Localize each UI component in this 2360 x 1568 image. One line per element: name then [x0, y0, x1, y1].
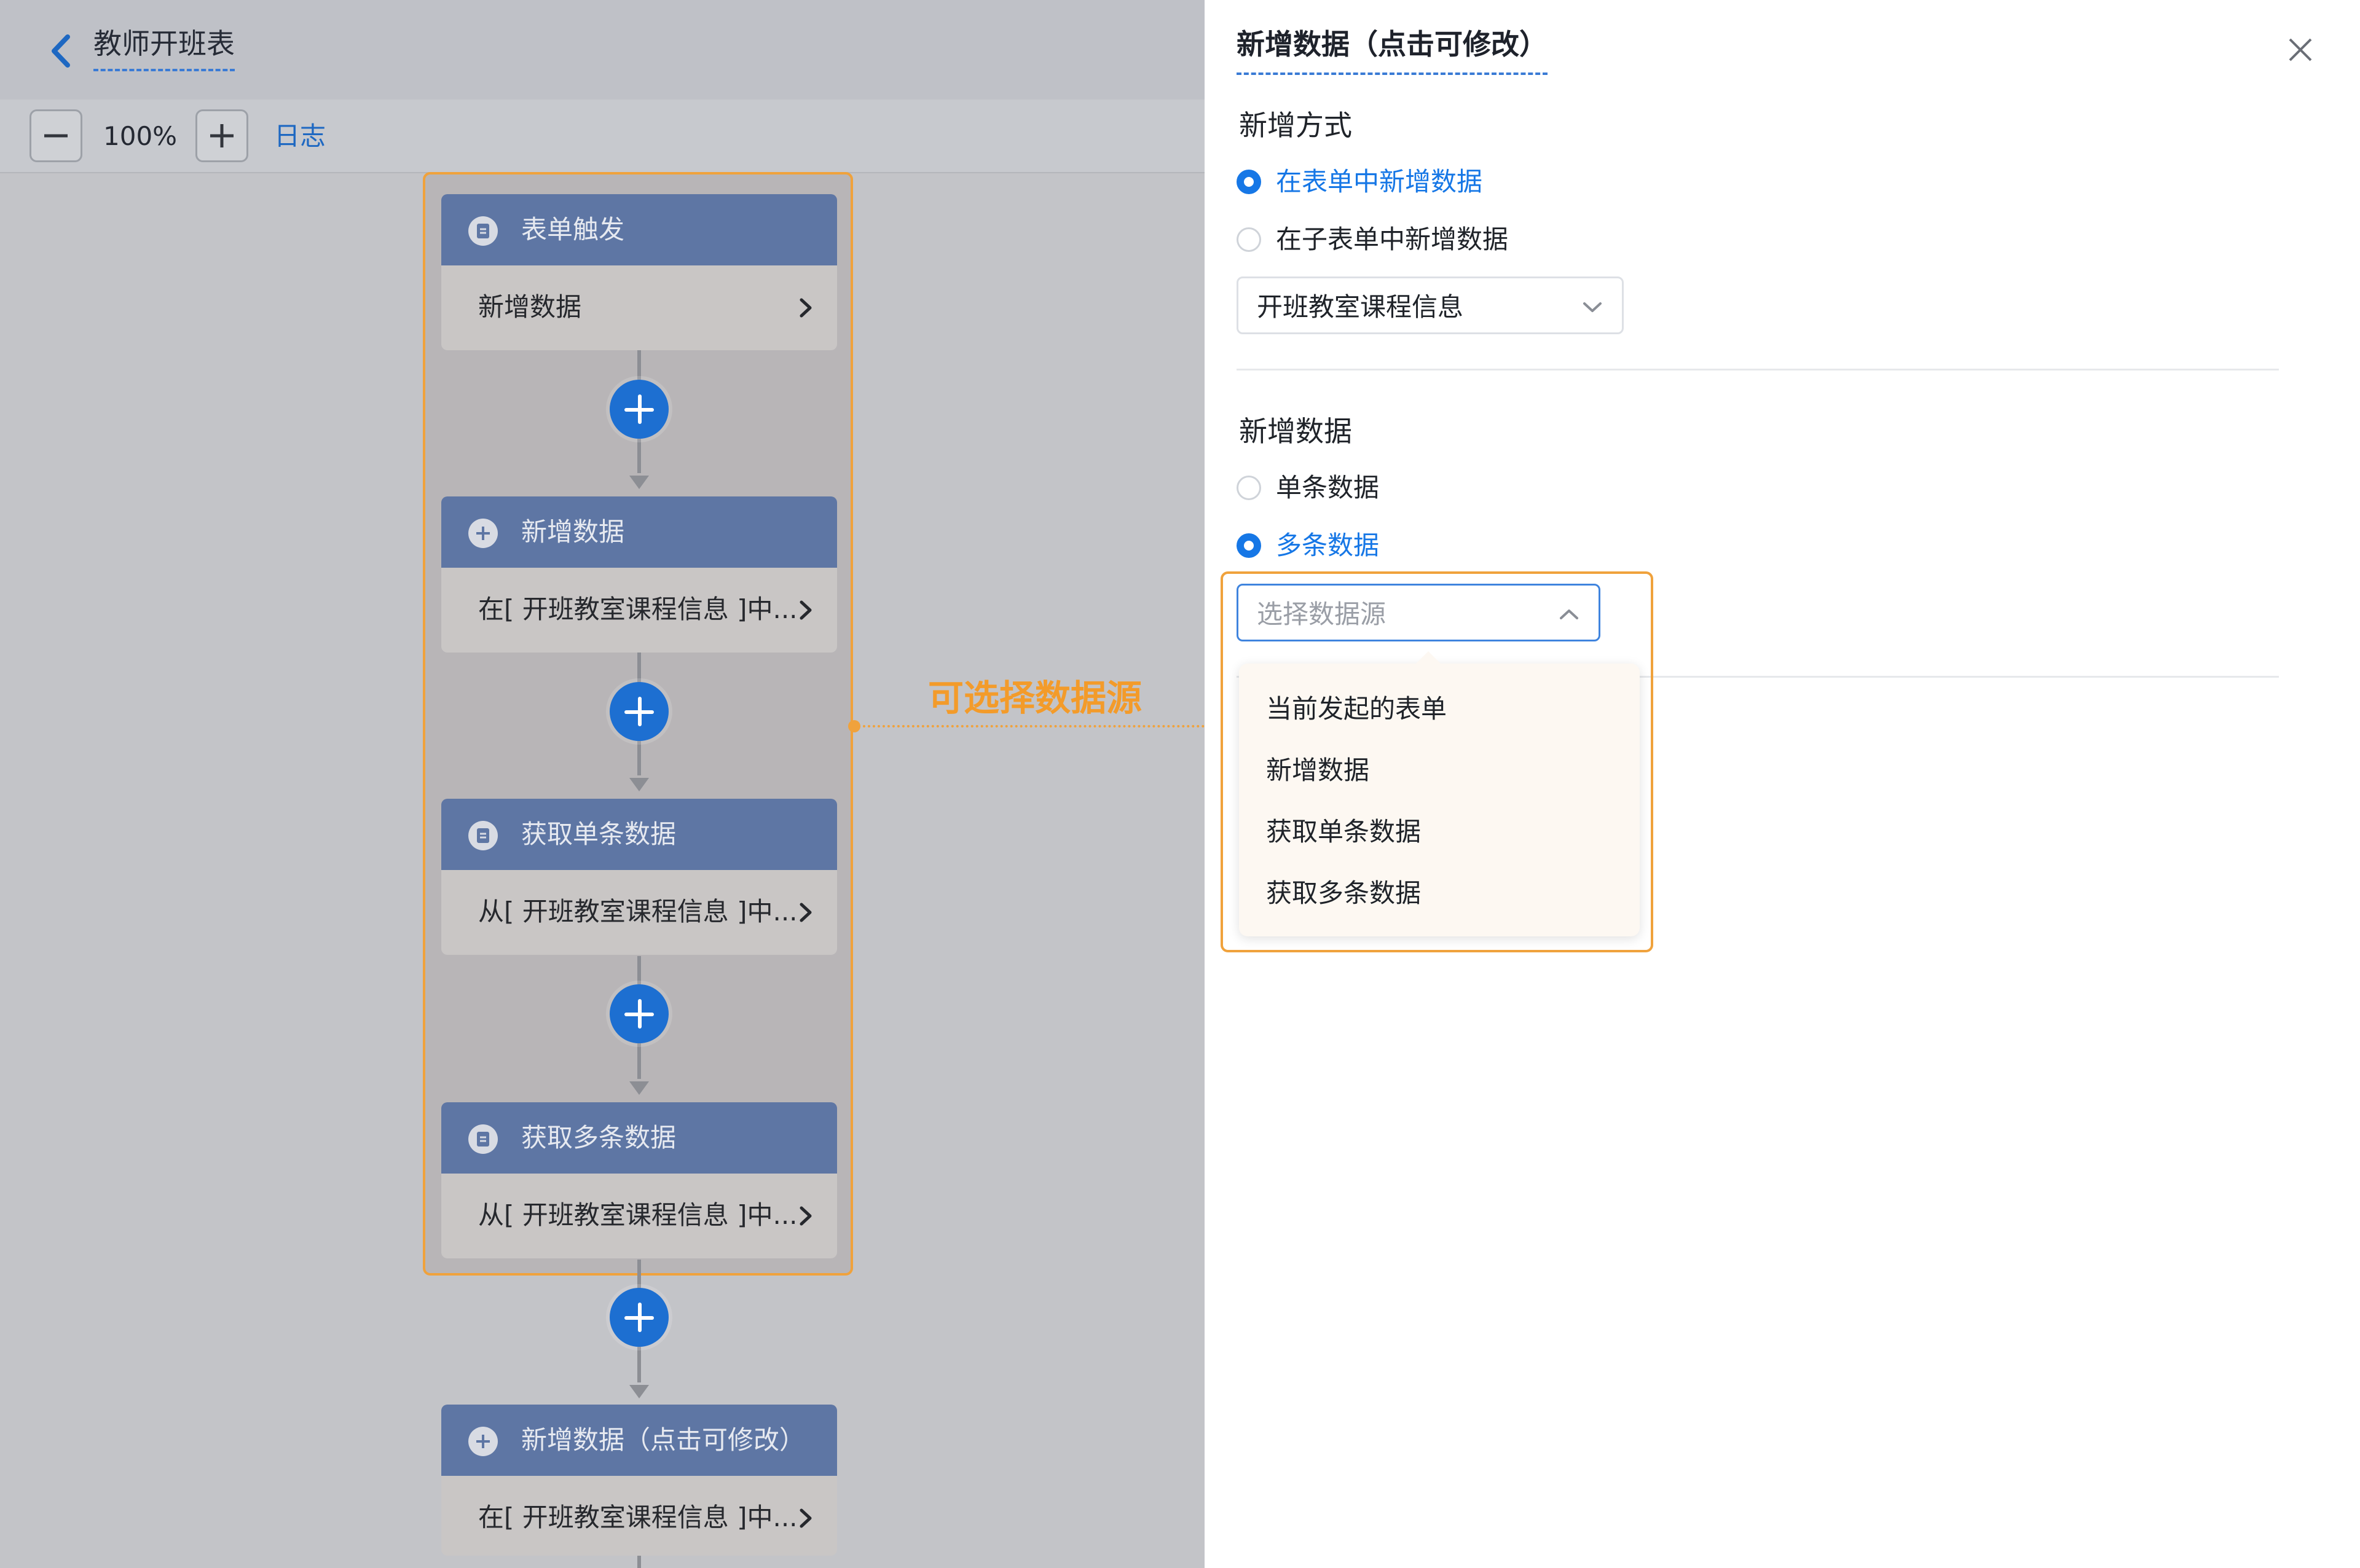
node-body[interactable]: 从[ 开班教室课程信息 ]中... [441, 870, 837, 955]
node-header: 新增数据 [441, 496, 837, 568]
data-option-multiple[interactable]: 多条数据 [1276, 527, 1379, 564]
workflow-node-get-single[interactable]: 获取单条数据 从[ 开班教室课程信息 ]中... [441, 799, 837, 955]
connector-arrow [629, 476, 649, 489]
node-header: 获取单条数据 [441, 799, 837, 870]
chevron-right-icon [800, 298, 812, 318]
method-option-form[interactable]: 在表单中新增数据 [1276, 163, 1482, 200]
panel-title[interactable]: 新增数据（点击可修改） [1237, 25, 1548, 75]
data-heading: 新增数据 [1239, 415, 1352, 448]
chevron-down-icon [1583, 302, 1602, 312]
node-body[interactable]: 在[ 开班教室课程信息 ]中... [441, 568, 837, 653]
node-summary: 新增数据 [478, 292, 582, 322]
form-select[interactable]: 开班教室课程信息 [1237, 276, 1624, 334]
zoom-level: 100% [103, 121, 178, 151]
chevron-right-icon [800, 600, 812, 620]
section-divider [1237, 369, 2279, 370]
annotation-label: 可选择数据源 [928, 677, 1143, 719]
plus-circle-icon [468, 519, 498, 548]
node-header: 新增数据（点击可修改） [441, 1405, 837, 1476]
node-body[interactable]: 新增数据 [441, 265, 837, 350]
datasource-dropdown: 当前发起的表单 新增数据 获取单条数据 获取多条数据 [1239, 651, 1640, 936]
chevron-right-icon [800, 903, 812, 922]
back-arrow-icon[interactable] [43, 29, 80, 73]
datasource-select[interactable]: 选择数据源 [1237, 584, 1600, 641]
datasource-option[interactable]: 新增数据 [1266, 752, 1369, 789]
node-summary: 从[ 开班教室课程信息 ]中... [478, 896, 798, 927]
add-step-button[interactable] [610, 1288, 669, 1347]
document-icon [468, 821, 498, 850]
workflow-node-add-data[interactable]: 新增数据 在[ 开班教室课程信息 ]中... [441, 496, 837, 653]
document-icon [468, 216, 498, 246]
datasource-option[interactable]: 获取多条数据 [1266, 875, 1421, 912]
add-step-button[interactable] [610, 380, 669, 439]
minus-icon [44, 134, 68, 138]
datasource-option[interactable]: 获取单条数据 [1266, 813, 1421, 850]
workflow-node-get-multiple[interactable]: 获取多条数据 从[ 开班教室课程信息 ]中... [441, 1102, 837, 1258]
node-body[interactable]: 在[ 开班教室课程信息 ]中... [441, 1476, 837, 1556]
chevron-right-icon [800, 1206, 812, 1226]
plus-icon [210, 124, 234, 147]
workflow-canvas[interactable]: 教师开班表 100% 日志 表单触发 新增数据 新增数据 在[开班教室课程信息… [0, 0, 1229, 1568]
chevron-up-icon [1560, 610, 1578, 619]
node-summary: 从[ 开班教室课程信息 ]中... [478, 1200, 798, 1230]
data-radio-multiple[interactable] [1237, 533, 1261, 558]
method-option-subform[interactable]: 在子表单中新增数据 [1276, 221, 1508, 258]
datasource-option[interactable]: 当前发起的表单 [1266, 691, 1447, 727]
method-radio-form[interactable] [1237, 170, 1261, 194]
node-title: 获取单条数据 [521, 819, 677, 849]
connector-arrow [629, 778, 649, 791]
node-title: 表单触发 [521, 214, 625, 245]
log-link[interactable]: 日志 [274, 118, 326, 155]
header-bar: 教师开班表 [0, 0, 1205, 100]
node-header: 获取多条数据 [441, 1102, 837, 1174]
connector-arrow [629, 1385, 649, 1398]
node-title: 新增数据（点击可修改） [521, 1425, 806, 1455]
zoom-in-button[interactable] [195, 109, 248, 162]
node-header: 表单触发 [441, 194, 837, 265]
datasource-placeholder: 选择数据源 [1257, 599, 1386, 629]
form-select-value: 开班教室课程信息 [1257, 292, 1464, 322]
data-radio-single[interactable] [1237, 476, 1261, 500]
zoom-out-button[interactable] [30, 109, 82, 162]
annotation-line [853, 725, 1229, 727]
plus-circle-icon [468, 1427, 498, 1456]
connector-arrow [629, 1081, 649, 1095]
add-step-button[interactable] [610, 984, 669, 1043]
dropdown-caret [1415, 651, 1442, 665]
method-heading: 新增方式 [1239, 109, 1352, 142]
node-title: 新增数据 [521, 517, 625, 547]
node-body[interactable]: 从[ 开班教室课程信息 ]中... [441, 1174, 837, 1258]
close-icon[interactable] [2285, 34, 2316, 65]
node-summary: 在[ 开班教室课程信息 ]中... [478, 594, 798, 624]
zoom-toolbar [0, 100, 1205, 173]
workflow-node-add-data-editable[interactable]: 新增数据（点击可修改） 在[ 开班教室课程信息 ]中... [441, 1405, 837, 1561]
workflow-node-form-trigger[interactable]: 表单触发 新增数据 [441, 194, 837, 350]
chevron-right-icon [800, 1508, 812, 1528]
page-title[interactable]: 教师开班表 [93, 25, 235, 71]
document-icon [468, 1124, 498, 1154]
node-title: 获取多条数据 [521, 1123, 677, 1153]
method-radio-subform[interactable] [1237, 227, 1261, 252]
node-summary: 在[ 开班教室课程信息 ]中... [478, 1502, 798, 1532]
add-step-button[interactable] [610, 682, 669, 741]
data-option-single[interactable]: 单条数据 [1276, 469, 1379, 506]
